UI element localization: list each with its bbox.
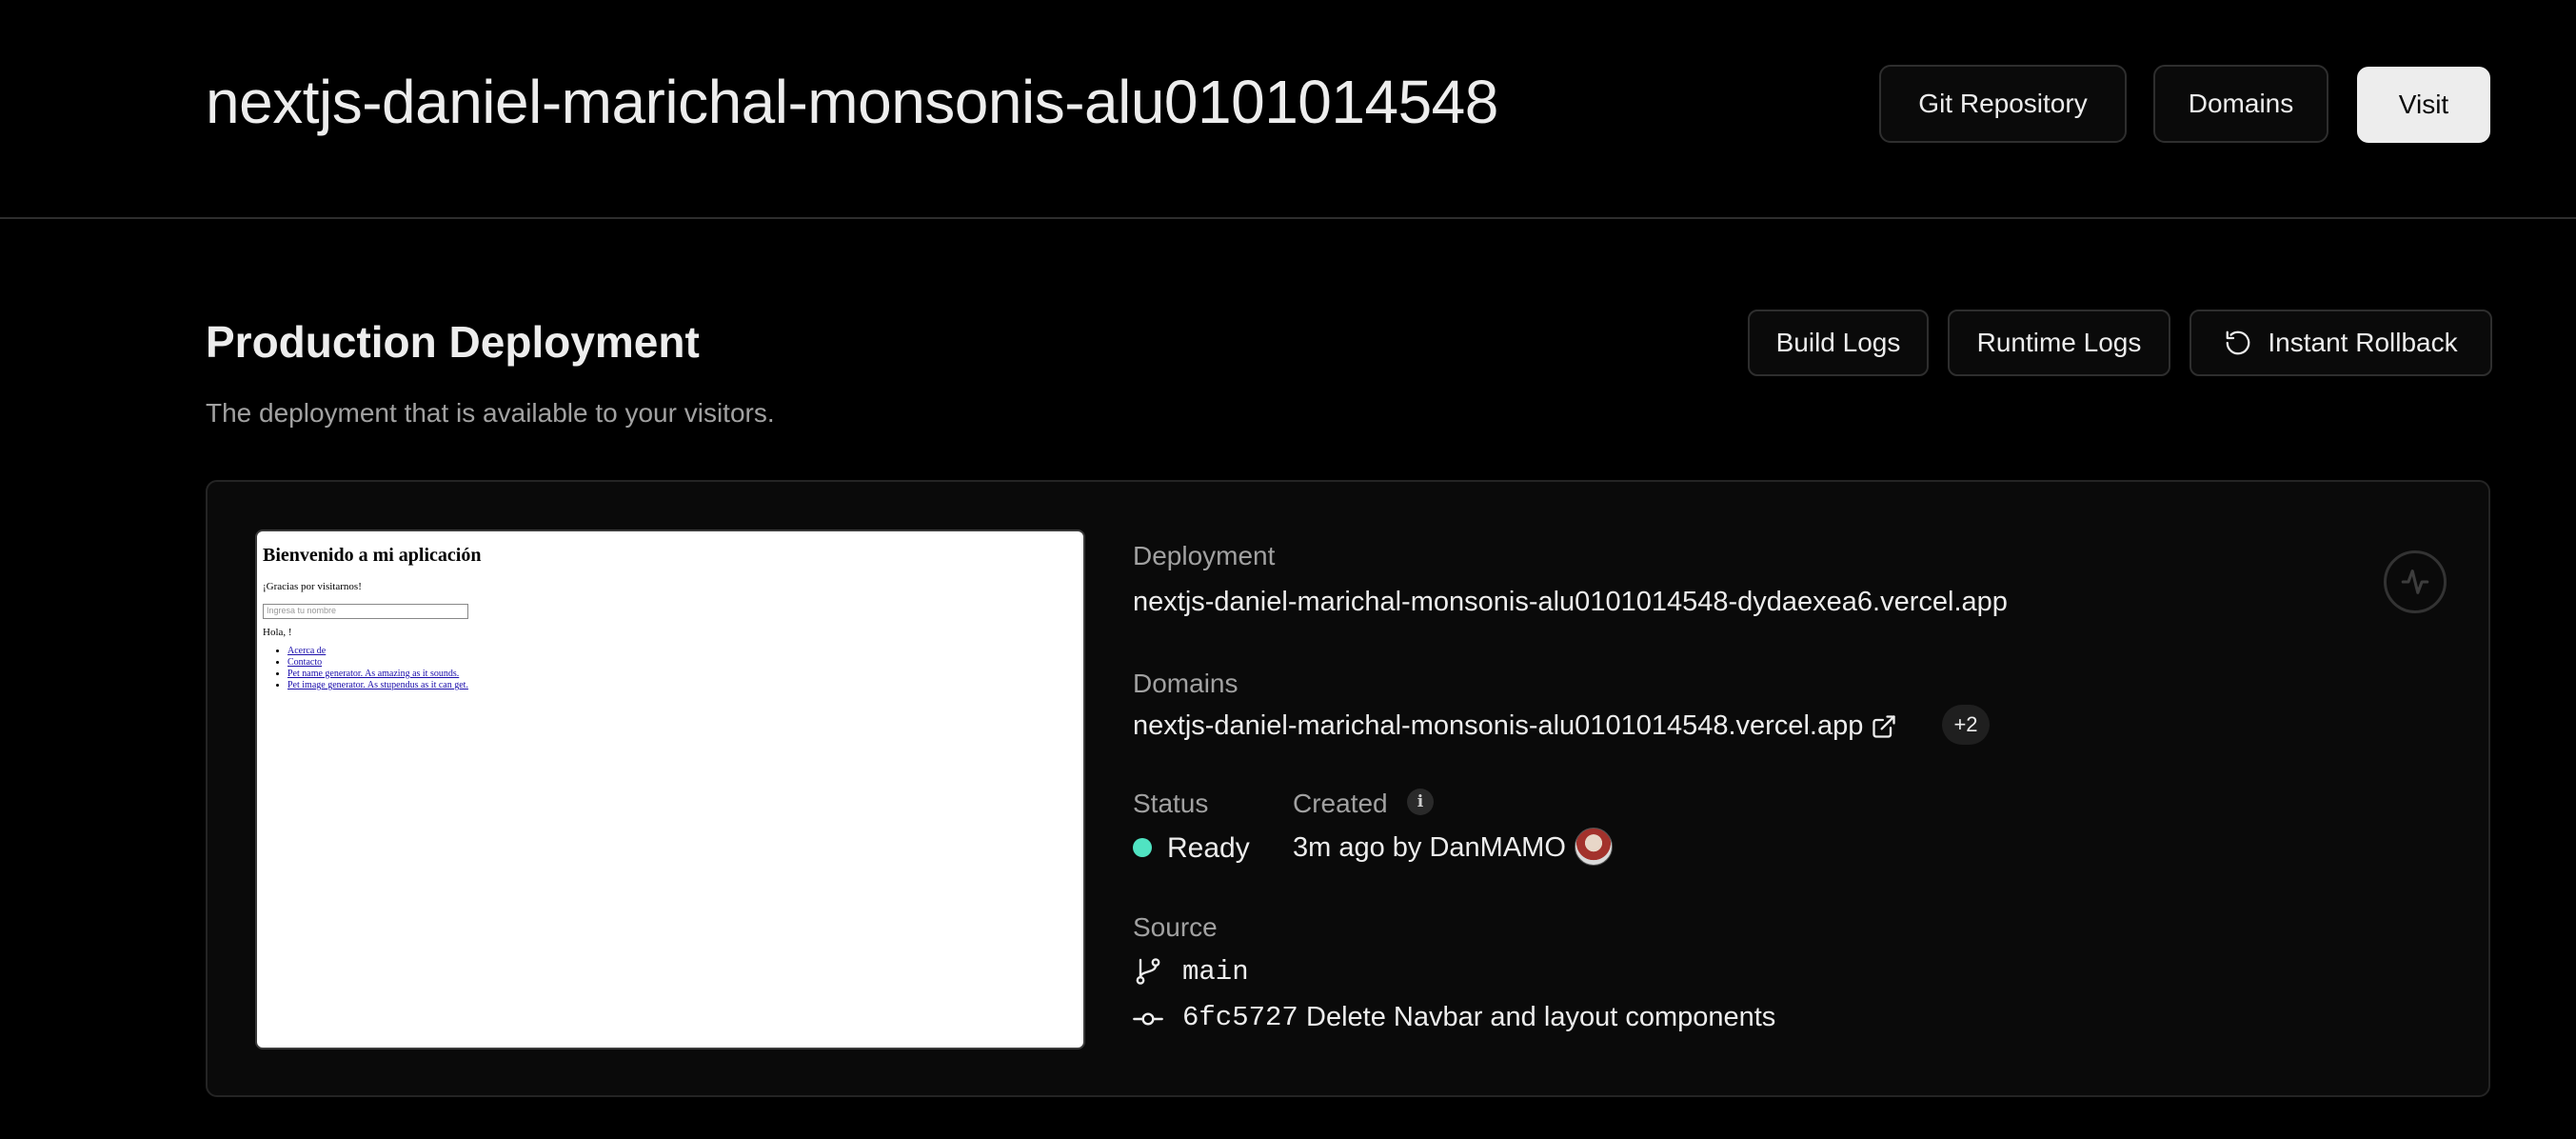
domain-url-link[interactable]: nextjs-daniel-marichal-monsonis-alu01010… (1133, 710, 1897, 742)
preview-link: Contacto (287, 657, 468, 669)
git-repository-button[interactable]: Git Repository (1879, 65, 2127, 143)
status-label: Status (1133, 789, 1209, 818)
domains-label: Domains (1133, 669, 1238, 698)
instant-rollback-label: Instant Rollback (2268, 328, 2458, 357)
activity-icon[interactable] (2384, 550, 2447, 613)
production-deployment-subtitle: The deployment that is available to your… (206, 398, 775, 428)
git-commit-icon (1133, 1004, 1163, 1034)
domains-button[interactable]: Domains (2153, 65, 2328, 143)
git-branch-icon (1133, 956, 1163, 987)
rollback-icon (2224, 329, 2252, 357)
more-domains-badge[interactable]: +2 (1942, 705, 1990, 745)
production-deployment-title: Production Deployment (206, 317, 700, 367)
info-icon[interactable]: i (1407, 789, 1434, 815)
build-logs-button[interactable]: Build Logs (1748, 310, 1929, 376)
commit-message[interactable]: Delete Navbar and layout components (1306, 1002, 1775, 1033)
commit-hash-link[interactable]: 6fc5727 (1182, 1002, 1298, 1033)
project-title: nextjs-daniel-marichal-monsonis-alu01010… (206, 68, 1498, 136)
preview-link: Acerca de (287, 646, 468, 657)
deployment-card: Bienvenido a mi aplicación ¡Gracias por … (206, 480, 2490, 1097)
instant-rollback-button[interactable]: Instant Rollback (2190, 310, 2492, 376)
source-label: Source (1133, 912, 1218, 942)
visit-button[interactable]: Visit (2357, 67, 2490, 143)
preview-greeting: Hola, ! (263, 627, 292, 638)
preview-heading: Bienvenido a mi aplicación (263, 545, 482, 566)
preview-name-input: Ingresa tu nombre (263, 604, 468, 619)
external-link-icon (1871, 713, 1897, 740)
project-header: nextjs-daniel-marichal-monsonis-alu01010… (0, 0, 2576, 219)
preview-link: Pet name generator. As amazing as it sou… (287, 669, 468, 680)
created-value: 3m ago by DanMAMO (1293, 832, 1566, 863)
preview-link: Pet image generator. As stupendus as it … (287, 680, 468, 691)
created-label: Created (1293, 789, 1388, 818)
runtime-logs-button[interactable]: Runtime Logs (1948, 310, 2170, 376)
status-ready-dot (1133, 838, 1152, 857)
domain-url-text: nextjs-daniel-marichal-monsonis-alu01010… (1133, 710, 1864, 741)
deployment-preview[interactable]: Bienvenido a mi aplicación ¡Gracias por … (255, 530, 1085, 1049)
preview-link-list: Acerca de Contacto Pet name generator. A… (287, 646, 468, 691)
status-value: Ready (1167, 832, 1250, 864)
branch-name-link[interactable]: main (1182, 956, 1249, 988)
deployment-label: Deployment (1133, 541, 1276, 570)
deployment-url-link[interactable]: nextjs-daniel-marichal-monsonis-alu01010… (1133, 587, 2008, 618)
avatar[interactable] (1575, 828, 1613, 866)
preview-thanks-text: ¡Gracias por visitarnos! (263, 581, 362, 592)
